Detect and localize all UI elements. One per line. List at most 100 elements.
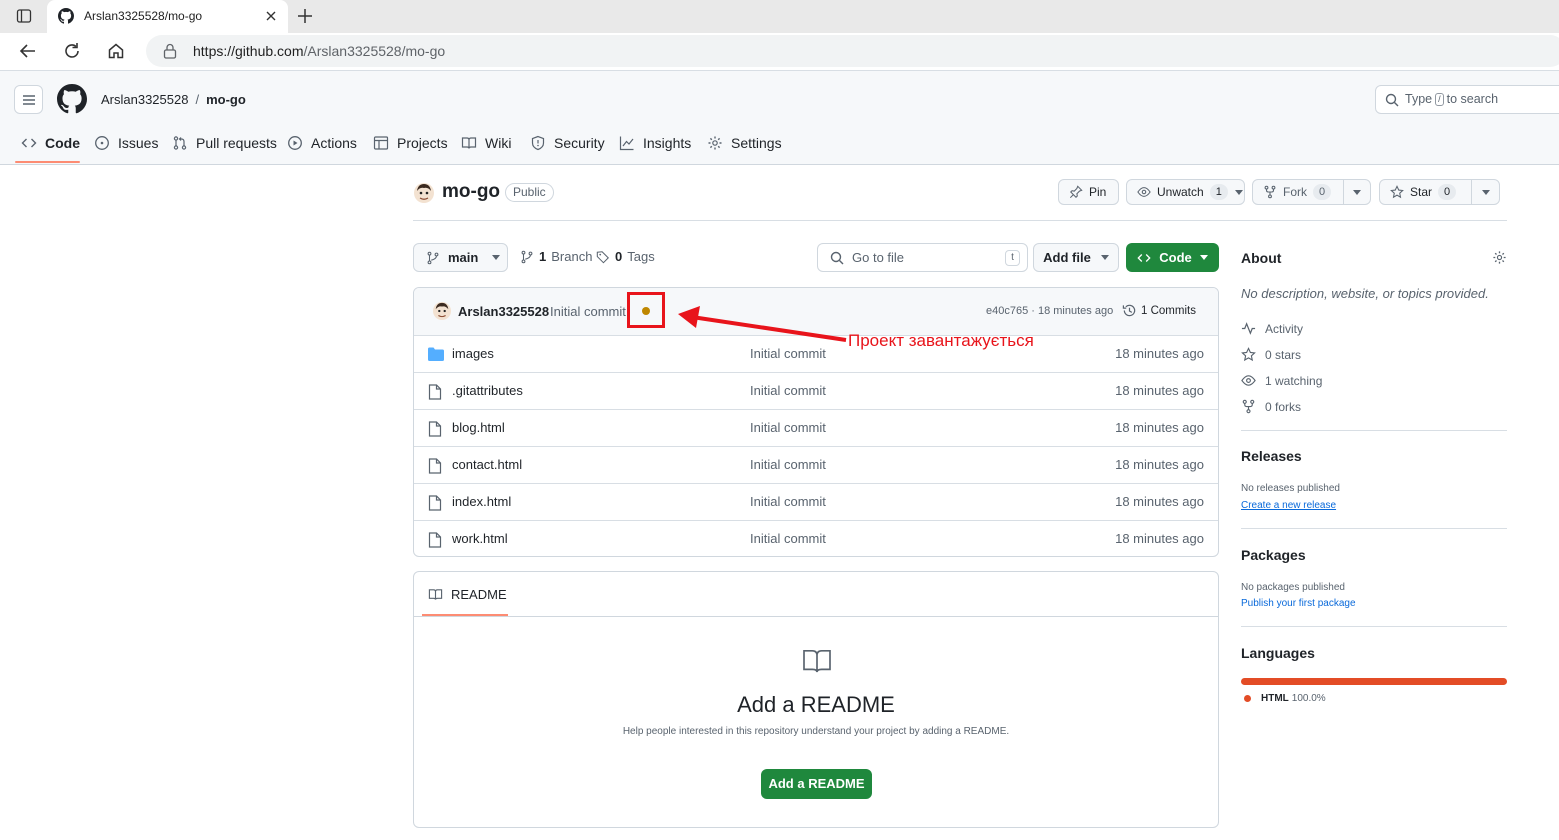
breadcrumb-repo[interactable]: mo-go: [206, 92, 246, 107]
releases-empty-text: No releases published: [1241, 483, 1340, 494]
file-name[interactable]: blog.html: [452, 420, 505, 435]
search-input[interactable]: Type / to search: [1375, 85, 1559, 114]
code-icon: [1137, 251, 1151, 265]
caret-down-icon: [1234, 189, 1243, 195]
code-icon: [21, 135, 37, 151]
graph-icon: [619, 135, 635, 151]
search-icon: [1385, 93, 1399, 107]
file-name[interactable]: index.html: [452, 494, 511, 509]
go-to-file-input[interactable]: Go to file t: [817, 243, 1028, 272]
file-name[interactable]: images: [452, 346, 494, 361]
readme-tab[interactable]: README: [428, 587, 507, 602]
url-text: https://github.com/Arslan3325528/mo-go: [193, 43, 445, 59]
file-row[interactable]: contact.html Initial commit 18 minutes a…: [414, 446, 1218, 483]
tab-actions-icon[interactable]: [16, 8, 32, 24]
star-icon: [1390, 185, 1404, 199]
breadcrumb-separator: /: [195, 92, 200, 107]
unwatch-dropdown[interactable]: [1234, 180, 1244, 204]
create-release-link[interactable]: Create a new release: [1241, 500, 1336, 511]
file-name[interactable]: work.html: [452, 531, 508, 546]
file-name[interactable]: .gitattributes: [452, 383, 523, 398]
site-info-icon[interactable]: [163, 43, 177, 59]
file-row[interactable]: blog.html Initial commit 18 minutes ago: [414, 409, 1218, 446]
tab-security[interactable]: Security: [530, 131, 605, 155]
back-icon[interactable]: [19, 42, 37, 60]
unwatch-button[interactable]: Unwatch 1: [1126, 179, 1245, 205]
tab-issues[interactable]: Issues: [94, 131, 158, 155]
packages-heading[interactable]: Packages: [1241, 547, 1306, 563]
branch-name: main: [448, 250, 479, 265]
star-button[interactable]: Star 0: [1379, 179, 1500, 205]
file-commit-message[interactable]: Initial commit: [750, 383, 826, 398]
file-row[interactable]: index.html Initial commit 18 minutes ago: [414, 483, 1218, 520]
star-dropdown[interactable]: [1471, 180, 1499, 204]
pin-button[interactable]: Pin: [1058, 179, 1119, 205]
address-bar[interactable]: https://github.com/Arslan3325528/mo-go: [146, 35, 1559, 67]
tab-label: Insights: [643, 135, 692, 151]
breadcrumb-owner[interactable]: Arslan3325528: [101, 92, 188, 107]
file-row[interactable]: .gitattributes Initial commit 18 minutes…: [414, 372, 1218, 409]
tab-pull-requests[interactable]: Pull requests: [172, 131, 277, 155]
tab-label: Settings: [731, 135, 782, 151]
branches-link[interactable]: 1 Branch: [520, 249, 592, 264]
fork-button[interactable]: Fork 0: [1252, 179, 1371, 205]
branch-selector[interactable]: main: [413, 243, 508, 272]
file-commit-message[interactable]: Initial commit: [750, 420, 826, 435]
file-name[interactable]: contact.html: [452, 457, 522, 472]
forks-link[interactable]: 0 forks: [1241, 399, 1301, 414]
commit-sha-time[interactable]: e40c765 · 18 minutes ago: [986, 305, 1113, 317]
gear-icon[interactable]: [1492, 250, 1507, 265]
commit-author-avatar[interactable]: [433, 302, 451, 320]
file-commit-message[interactable]: Initial commit: [750, 494, 826, 509]
repo-name[interactable]: mo-go: [442, 181, 500, 203]
file-row[interactable]: work.html Initial commit 18 minutes ago: [414, 520, 1218, 556]
shield-icon: [530, 135, 546, 151]
tags-link[interactable]: 0 Tags: [596, 249, 655, 264]
watching-link[interactable]: 1 watching: [1241, 373, 1322, 388]
add-readme-button[interactable]: Add a README: [761, 769, 872, 799]
pin-label: Pin: [1089, 185, 1107, 199]
new-tab-icon[interactable]: [296, 7, 314, 25]
tab-actions[interactable]: Actions: [287, 131, 357, 155]
issue-icon: [94, 135, 110, 151]
fork-dropdown[interactable]: [1342, 180, 1370, 204]
file-age: 18 minutes ago: [1115, 420, 1204, 435]
tab-code[interactable]: Code: [21, 131, 80, 155]
code-button[interactable]: Code: [1126, 243, 1219, 272]
pin-icon: [1069, 185, 1083, 199]
commit-author[interactable]: Arslan3325528: [458, 304, 549, 319]
stars-link[interactable]: 0 stars: [1241, 347, 1301, 362]
play-icon: [287, 135, 303, 151]
tab-label: Projects: [397, 135, 448, 151]
home-icon[interactable]: [107, 42, 125, 60]
language-item[interactable]: HTML 100.0%: [1244, 693, 1326, 704]
add-file-button[interactable]: Add file: [1033, 243, 1119, 272]
commit-message[interactable]: Initial commit: [550, 304, 626, 319]
tab-projects[interactable]: Projects: [373, 131, 448, 155]
commits-link[interactable]: 1 Commits: [1122, 303, 1196, 318]
table-icon: [373, 135, 389, 151]
close-tab-icon[interactable]: [265, 10, 277, 22]
tab-insights[interactable]: Insights: [619, 131, 691, 155]
activity-label: Activity: [1265, 321, 1304, 336]
pull-request-icon: [172, 135, 188, 151]
search-prefix: Type: [1405, 92, 1433, 106]
watching-label: 1 watching: [1265, 373, 1323, 388]
publish-package-link[interactable]: Publish your first package: [1241, 598, 1356, 609]
file-commit-message[interactable]: Initial commit: [750, 531, 826, 546]
menu-button[interactable]: [14, 85, 43, 114]
fork-icon: [1241, 399, 1256, 414]
tab-wiki[interactable]: Wiki: [461, 131, 511, 155]
reload-icon[interactable]: [63, 42, 81, 60]
browser-tab[interactable]: Arslan3325528/mo-go: [47, 0, 288, 33]
tab-settings[interactable]: Settings: [707, 131, 782, 155]
repo-head-divider: [413, 220, 1507, 221]
readme-title: Add a README: [737, 692, 895, 717]
file-commit-message[interactable]: Initial commit: [750, 346, 826, 361]
about-heading: About: [1241, 250, 1282, 266]
github-logo-icon[interactable]: [57, 84, 87, 114]
file-commit-message[interactable]: Initial commit: [750, 457, 826, 472]
repo-avatar[interactable]: [414, 183, 434, 203]
releases-heading[interactable]: Releases: [1241, 448, 1302, 464]
activity-link[interactable]: Activity: [1241, 321, 1303, 336]
